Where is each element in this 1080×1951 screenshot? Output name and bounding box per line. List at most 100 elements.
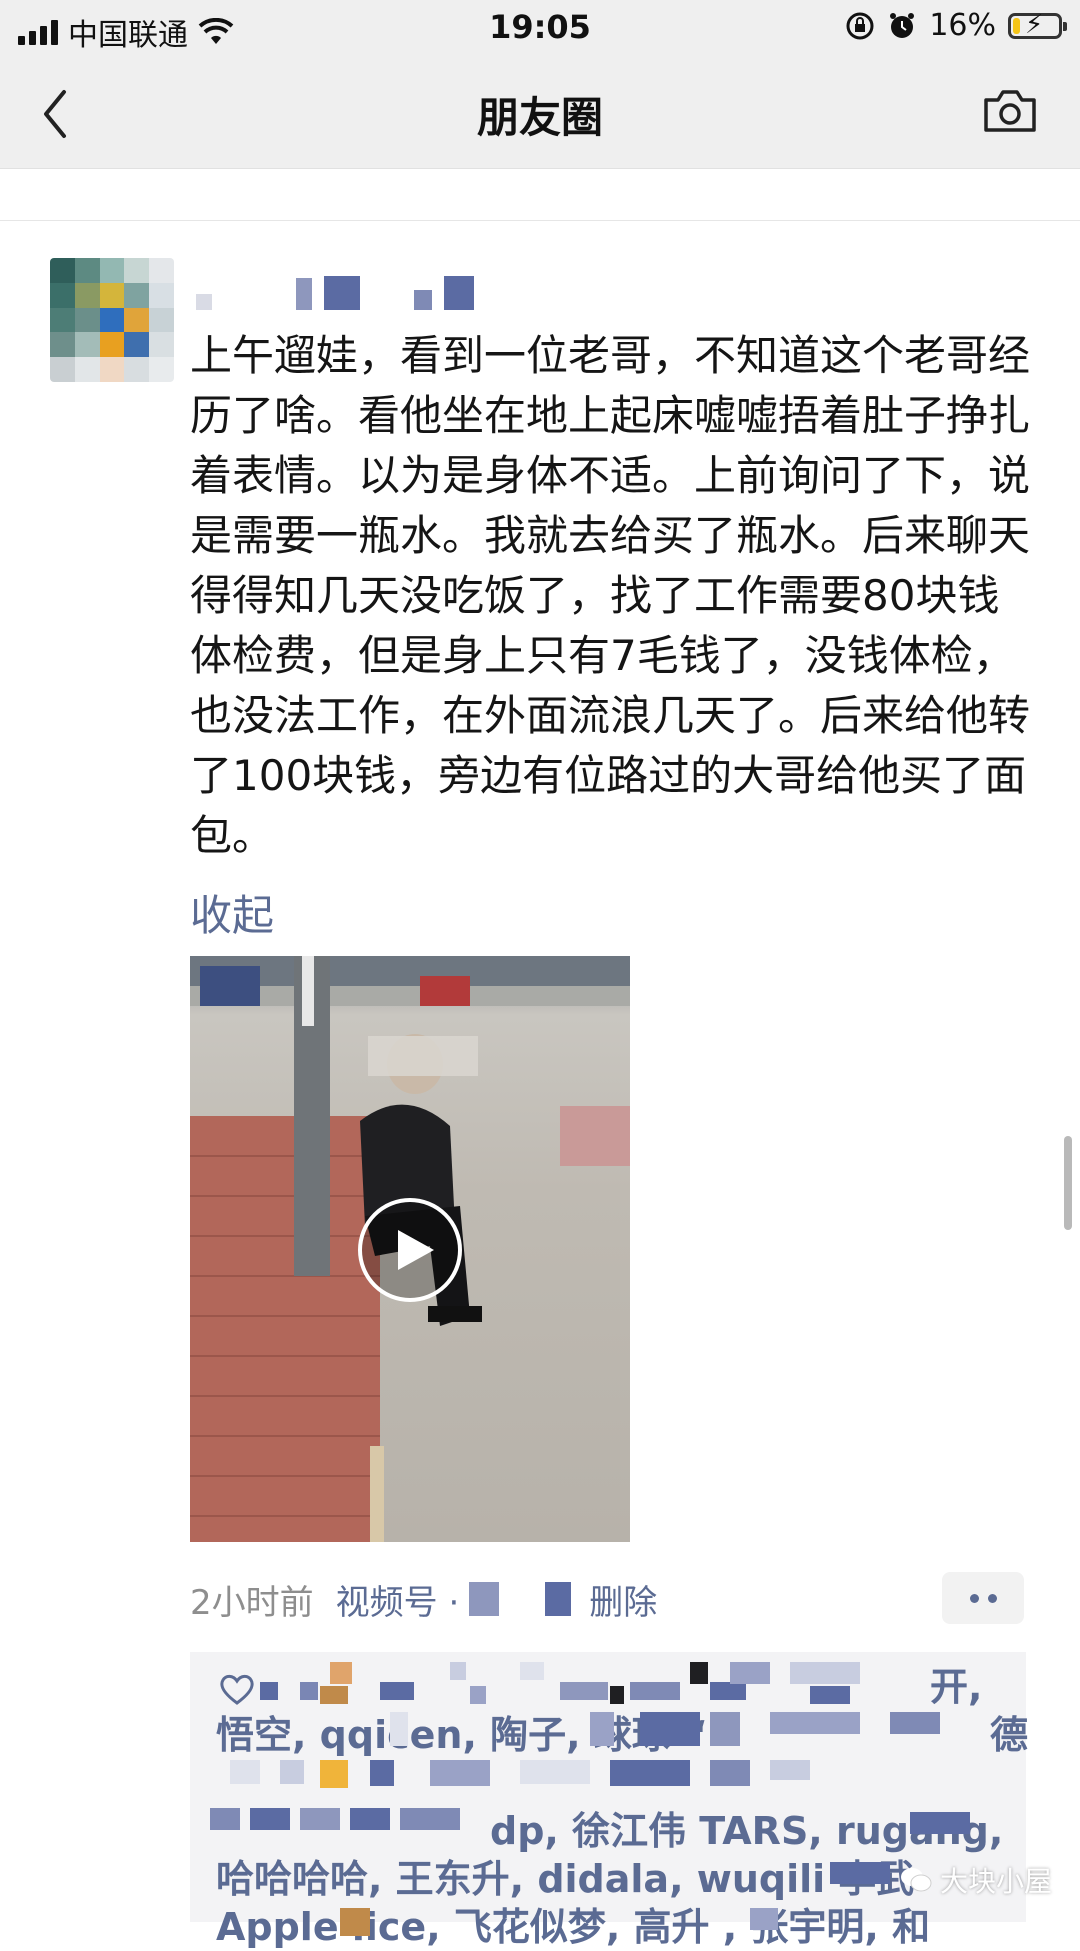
- avatar-tile: [74, 282, 100, 308]
- battery-fill: [1013, 17, 1021, 34]
- pixelated-name-block: [710, 1760, 750, 1786]
- channel-link[interactable]: 视频号 ·: [336, 1575, 460, 1624]
- likes-line-2-end[interactable]: 德: [990, 1704, 1028, 1759]
- avatar-tile: [74, 307, 100, 333]
- pixelated-name-block: [520, 1662, 544, 1680]
- pixelated-name-block: [690, 1662, 708, 1684]
- pixelated-name-block: [470, 1686, 486, 1704]
- collapse-link[interactable]: 收起: [190, 882, 274, 943]
- camera-icon[interactable]: [982, 86, 1038, 136]
- avatar-tile: [50, 332, 75, 358]
- likes-line-5[interactable]: 哈哈哈哈, 王东升, didala, wuqili 李武: [216, 1848, 914, 1903]
- pixelated-name-block: [710, 1712, 740, 1746]
- battery-icon: ⚡: [1008, 9, 1067, 40]
- avatar-tile: [74, 332, 100, 358]
- channel-name-pixelated[interactable]: [469, 1582, 572, 1616]
- avatar-tile: [149, 307, 174, 333]
- likes-line-2[interactable]: 悟空, qqicen, 陶子, 球球 “: [216, 1704, 708, 1759]
- pixelated-name-block: [280, 1760, 304, 1784]
- avatar-tile: [99, 332, 125, 358]
- avatar-tile: [99, 357, 125, 382]
- pixelated-name-block: [750, 1908, 778, 1930]
- pixelated-name-block: [350, 1808, 390, 1830]
- avatar-tile: [124, 282, 150, 308]
- pixelated-name-block: [230, 1760, 260, 1784]
- pixelated-name-block: [520, 1760, 590, 1784]
- likes-line-1-end[interactable]: 开,: [930, 1656, 982, 1711]
- avatar-tile: [149, 332, 174, 358]
- pixelated-name-block: [320, 1686, 348, 1704]
- delete-link[interactable]: 删除: [589, 1575, 657, 1624]
- nav-bar: 朋友圈: [0, 54, 1080, 169]
- avatar-tile: [99, 307, 125, 333]
- avatar-tile: [99, 258, 125, 283]
- avatar-tile: [149, 282, 174, 308]
- pixelated-name-block: [340, 1908, 370, 1936]
- pixelated-name-block: [610, 1686, 624, 1704]
- pixelated-name-block: [890, 1712, 940, 1734]
- avatar-tile: [149, 357, 174, 382]
- avatar-tile: [149, 258, 174, 283]
- post-text: 上午遛娃，看到一位老哥，不知道这个老哥经历了啥。看他坐在地上起床嘘嘘捂着肚子挣扎…: [190, 331, 1031, 860]
- pixelated-name-block: [790, 1662, 860, 1684]
- pixelated-name-block: [710, 1682, 746, 1700]
- avatar-tile: [124, 332, 150, 358]
- pixelated-name-block: [560, 1682, 608, 1700]
- status-right: 16% ⚡: [845, 8, 1067, 43]
- avatar-tile: [50, 307, 75, 333]
- post-time: 2小时前: [190, 1582, 314, 1623]
- pixelated-name-block: [610, 1760, 690, 1786]
- avatar-tile: [74, 258, 100, 283]
- pixelated-name-block: [730, 1662, 770, 1684]
- dot-icon: [969, 1593, 979, 1603]
- pixelated-name-block: [370, 1760, 394, 1786]
- avatar[interactable]: [50, 258, 174, 382]
- pixelated-name-block: [260, 1682, 278, 1700]
- pixelated-name-block: [400, 1808, 460, 1830]
- avatar-tile: [124, 258, 150, 283]
- username-pixelated[interactable]: [196, 276, 474, 310]
- pixelated-name-block: [810, 1686, 850, 1704]
- pixelated-name-block: [830, 1862, 890, 1884]
- watermark-text: 大块小屋: [940, 1865, 1053, 1898]
- pixelated-name-block: [430, 1760, 490, 1786]
- pixelated-name-block: [330, 1662, 352, 1684]
- avatar-tile: [50, 357, 75, 382]
- avatar-tile: [50, 282, 75, 308]
- pixelated-name-block: [380, 1682, 414, 1700]
- pixelated-name-block: [770, 1760, 810, 1780]
- pixelated-name-block: [210, 1808, 240, 1830]
- page-title: 朋友圈: [476, 93, 603, 142]
- watermark: 大块小屋: [900, 1860, 1052, 1900]
- pixelated-name-block: [640, 1712, 700, 1746]
- charging-bolt-icon: ⚡: [1025, 9, 1044, 40]
- avatar-tile: [99, 282, 125, 308]
- avatar-tile: [74, 357, 100, 382]
- post-divider: [0, 220, 1080, 221]
- pixelated-name-block: [320, 1760, 348, 1788]
- scrollbar[interactable]: [1064, 1136, 1072, 1230]
- pixelated-name-block: [300, 1808, 340, 1830]
- dot-icon: [987, 1593, 997, 1603]
- pixelated-name-block: [300, 1682, 318, 1700]
- more-actions-button[interactable]: [942, 1572, 1024, 1624]
- pixelated-name-block: [590, 1712, 614, 1746]
- avatar-tile: [50, 258, 75, 283]
- alarm-icon: [890, 12, 915, 38]
- pixelated-name-block: [910, 1812, 970, 1834]
- wechat-logo-icon: [901, 1868, 932, 1892]
- pixelated-name-block: [630, 1682, 680, 1700]
- rotation-lock-icon: [846, 12, 874, 39]
- pixelated-name-block: [450, 1662, 466, 1680]
- status-bar: 中国联通 19:05 16% ⚡: [0, 0, 1080, 54]
- battery-percent: 16%: [929, 8, 996, 43]
- heart-icon: [220, 1674, 254, 1705]
- pixelated-name-block: [250, 1808, 290, 1830]
- avatar-tile: [124, 357, 150, 382]
- post-meta: 2小时前 视频号 · 删除: [190, 1574, 657, 1624]
- avatar-tile: [124, 307, 150, 333]
- pixelated-name-block: [390, 1712, 408, 1746]
- pixelated-name-block: [770, 1712, 860, 1734]
- play-icon[interactable]: [356, 1196, 464, 1304]
- likes-line-6[interactable]: Apple lice, 飞花似梦, 高升 , 张宇明, 和: [216, 1896, 930, 1951]
